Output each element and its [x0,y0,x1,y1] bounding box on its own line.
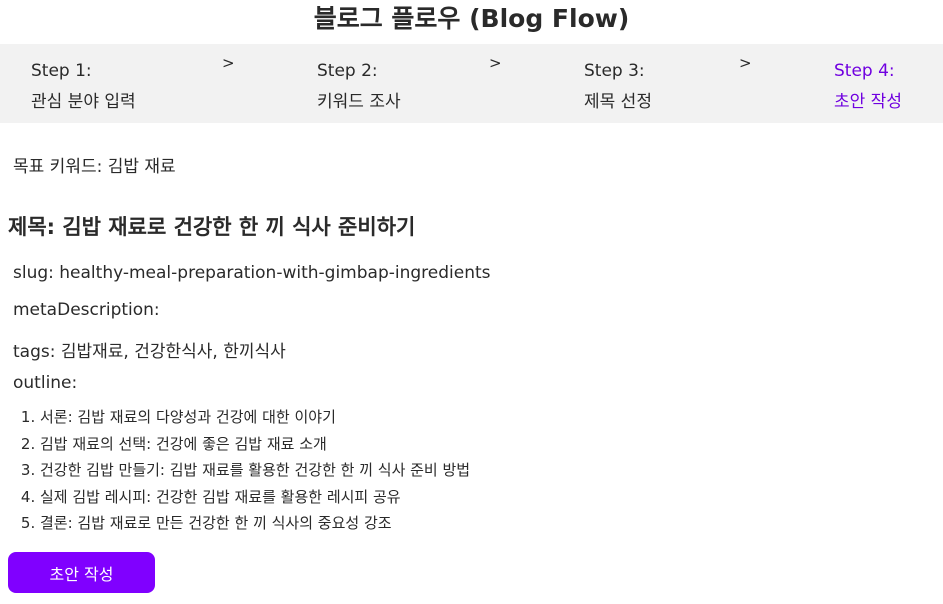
outline-item: 실제 김밥 레시피: 건강한 김밥 재료를 활용한 레시피 공유 [40,484,470,511]
step-1-label: Step 1: [31,61,92,81]
post-tags: tags: 김밥재료, 건강한식사, 한끼식사 [13,342,286,362]
step-3-name: 제목 선정 [584,92,652,112]
step-4-name: 초안 작성 [834,92,902,112]
step-separator: > [222,54,235,72]
step-2-name: 키워드 조사 [317,92,401,112]
post-title: 제목: 김밥 재료로 건강한 한 끼 식사 준비하기 [8,215,416,239]
write-draft-button[interactable]: 초안 작성 [8,552,155,593]
step-3-label: Step 3: [584,61,645,81]
step-separator: > [489,54,502,72]
step-4-label: Step 4: [834,61,895,81]
outline-item: 결론: 김밥 재료로 만든 건강한 한 끼 식사의 중요성 강조 [40,510,470,537]
step-indicator: Step 1: 관심 분야 입력 > Step 2: 키워드 조사 > Step… [0,44,943,123]
step-2: Step 2: 키워드 조사 [317,56,401,118]
outline-item: 김밥 재료의 선택: 건강에 좋은 김밥 재료 소개 [40,431,470,458]
step-separator: > [739,54,752,72]
outline-item: 서론: 김밥 재료의 다양성과 건강에 대한 이야기 [40,404,470,431]
outline-list: 서론: 김밥 재료의 다양성과 건강에 대한 이야기 김밥 재료의 선택: 건강… [20,404,470,537]
step-3: Step 3: 제목 선정 [584,56,652,118]
step-1: Step 1: 관심 분야 입력 [31,56,136,118]
outline-label: outline: [13,373,78,393]
app-title: 블로그 플로우 (Blog Flow) [313,4,630,33]
post-meta-description: metaDescription: [13,300,160,320]
step-2-label: Step 2: [317,61,378,81]
step-1-name: 관심 분야 입력 [31,92,136,112]
post-slug: slug: healthy-meal-preparation-with-gimb… [13,263,491,283]
target-keyword: 목표 키워드: 김밥 재료 [13,157,176,177]
outline-item: 건강한 김밥 만들기: 김밥 재료를 활용한 건강한 한 끼 식사 준비 방법 [40,457,470,484]
step-4: Step 4: 초안 작성 [834,56,902,118]
